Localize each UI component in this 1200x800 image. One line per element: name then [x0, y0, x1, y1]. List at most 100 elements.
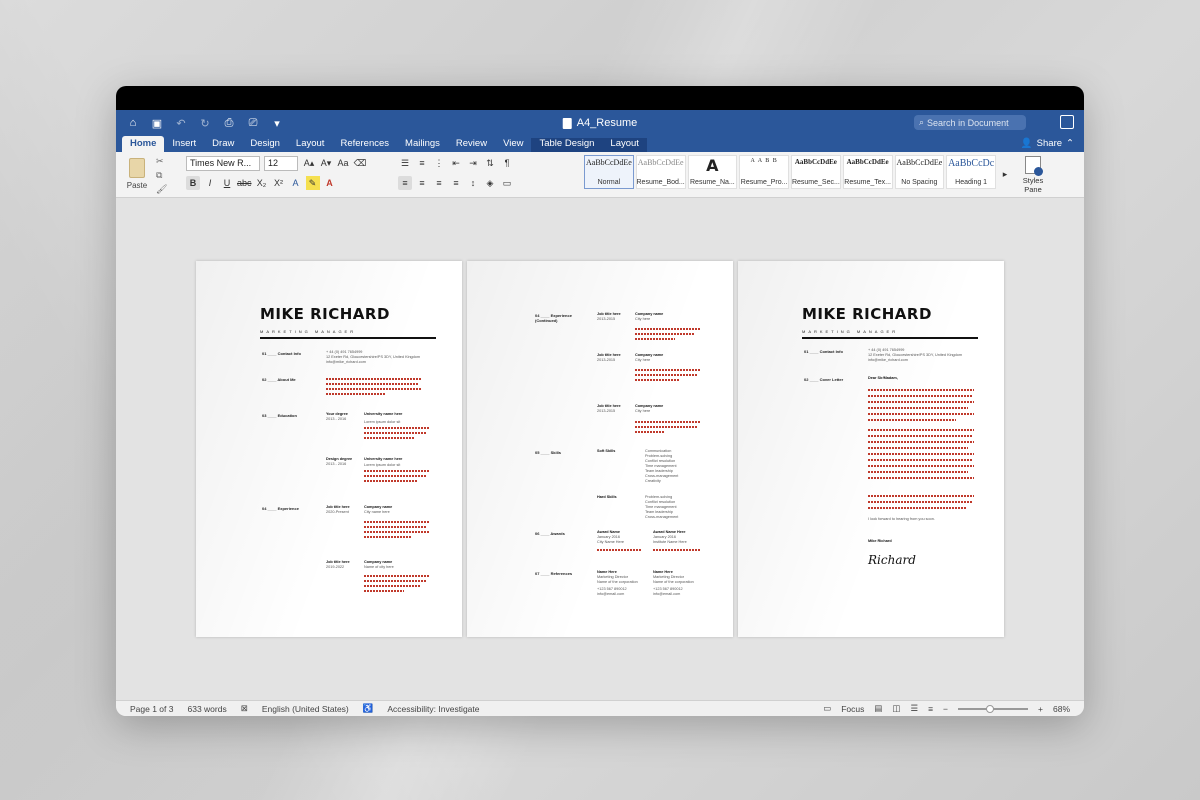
word-window: ⌂ ▣ ↶ ↻ ⎙ ⎚ ▾ A4_Resume ⌕ Search in Docu…: [116, 86, 1084, 716]
superscript-icon[interactable]: X²: [272, 176, 286, 190]
italic-icon[interactable]: I: [203, 176, 217, 190]
share-button[interactable]: 👤 Share ⌃: [1021, 138, 1074, 149]
tab-draw[interactable]: Draw: [204, 138, 242, 152]
page-1[interactable]: MIKE RICHARD MARKETING MANAGER 01 ____ C…: [196, 261, 462, 637]
page-2[interactable]: 04 ____ Experience (Continued) Job title…: [467, 261, 733, 637]
spellcheck-line: [868, 401, 974, 403]
multilevel-list-icon[interactable]: ⋮: [432, 156, 446, 170]
style-no-spacing[interactable]: AaBbCcDdEe No Spacing: [894, 155, 945, 189]
tab-home[interactable]: Home: [122, 136, 165, 152]
page-3[interactable]: MIKE RICHARD MARKETING MANAGER 01 ____ C…: [738, 261, 1004, 637]
print-layout-icon[interactable]: ▤: [874, 703, 882, 714]
shading-icon[interactable]: ◈: [483, 176, 497, 190]
tab-table-design[interactable]: Table Design: [531, 138, 603, 152]
strikethrough-icon[interactable]: abc: [237, 176, 252, 190]
spellcheck-line: [635, 374, 697, 376]
home-icon[interactable]: ⌂: [126, 116, 140, 130]
line-spacing-icon[interactable]: ↕: [466, 176, 480, 190]
zoom-in-button[interactable]: +: [1038, 704, 1043, 714]
shrink-font-icon[interactable]: A▾: [319, 156, 333, 170]
ribbon-tabs: Home Insert Draw Design Layout Reference…: [116, 136, 1084, 152]
header-rule: [802, 337, 978, 339]
bold-icon[interactable]: B: [186, 176, 200, 190]
tab-mailings[interactable]: Mailings: [397, 138, 448, 152]
bullets-icon[interactable]: ☰: [398, 156, 412, 170]
print-preview-icon[interactable]: ⎚: [246, 116, 260, 130]
tab-view[interactable]: View: [495, 138, 531, 152]
proofing-icon[interactable]: ⊠: [241, 703, 248, 714]
redo-icon[interactable]: ↻: [198, 116, 212, 130]
view-controls: ▭ Focus ▤ ◫ ☰ ≡ − + 68%: [823, 703, 1070, 714]
tab-table-layout[interactable]: Layout: [602, 138, 647, 152]
page-count[interactable]: Page 1 of 3: [130, 704, 173, 714]
style-resume-name[interactable]: A Resume_Na...: [687, 155, 738, 189]
zoom-out-button[interactable]: −: [943, 704, 948, 714]
web-layout-icon[interactable]: ◫: [892, 703, 900, 714]
draft-icon[interactable]: ≡: [928, 704, 933, 714]
font-size-select[interactable]: 12: [264, 156, 298, 171]
customize-icon[interactable]: ▾: [270, 116, 284, 130]
subscript-icon[interactable]: X₂: [255, 176, 269, 190]
sort-icon[interactable]: ⇅: [483, 156, 497, 170]
zoom-level[interactable]: 68%: [1053, 704, 1070, 714]
align-right-icon[interactable]: ≡: [432, 176, 446, 190]
style-resume-profession[interactable]: A A B B Resume_Pro...: [739, 155, 789, 189]
style-resume-body[interactable]: AaBbCcDdEe Resume_Bod...: [635, 155, 686, 189]
numbering-icon[interactable]: ≡: [415, 156, 429, 170]
word-count[interactable]: 633 words: [187, 704, 226, 714]
increase-indent-icon[interactable]: ⇥: [466, 156, 480, 170]
justify-icon[interactable]: ≡: [449, 176, 463, 190]
styles-pane-button[interactable]: Styles Pane: [1018, 156, 1048, 194]
ref1-company: Name of the corporation: [597, 580, 638, 584]
pilcrow-icon[interactable]: ¶: [500, 156, 514, 170]
font-color-icon[interactable]: A: [323, 176, 337, 190]
undo-icon[interactable]: ↶: [174, 116, 188, 130]
font-name-select[interactable]: Times New R...: [186, 156, 260, 171]
paste-button[interactable]: Paste: [124, 158, 150, 190]
print-icon[interactable]: ⎙: [222, 116, 236, 130]
format-painter-icon[interactable]: 🖌: [156, 184, 167, 195]
focus-label[interactable]: Focus: [841, 704, 864, 714]
spellcheck-line: [868, 459, 972, 461]
accessibility-status[interactable]: Accessibility: Investigate: [387, 704, 479, 714]
add-person-icon: 👤: [1020, 138, 1033, 149]
focus-icon[interactable]: ▭: [823, 703, 831, 714]
highlight-icon[interactable]: ✎: [305, 176, 320, 190]
grow-font-icon[interactable]: A▴: [302, 156, 316, 170]
search-input[interactable]: ⌕ Search in Document: [914, 115, 1026, 130]
zoom-slider[interactable]: [958, 704, 1029, 713]
change-case-icon[interactable]: Aa: [336, 156, 350, 170]
style-label: Resume_Bod...: [636, 179, 685, 186]
align-left-icon[interactable]: ≡: [398, 176, 412, 190]
style-resume-section[interactable]: AaBbCcDdEe Resume_Sec...: [791, 155, 841, 189]
spellcheck-line: [868, 501, 972, 503]
styles-gallery: AaBbCcDdEe Normal AaBbCcDdEe Resume_Bod.…: [584, 155, 1012, 193]
tab-design[interactable]: Design: [242, 138, 288, 152]
language[interactable]: English (United States): [262, 704, 349, 714]
tab-references[interactable]: References: [332, 138, 397, 152]
save-icon[interactable]: ▣: [150, 116, 164, 130]
resume-name: MIKE RICHARD: [260, 305, 390, 323]
cut-icon[interactable]: ✂: [156, 156, 167, 167]
spellcheck-line: [635, 426, 697, 428]
underline-icon[interactable]: U: [220, 176, 234, 190]
tab-insert[interactable]: Insert: [164, 138, 204, 152]
spellcheck-line: [868, 389, 974, 391]
decrease-indent-icon[interactable]: ⇤: [449, 156, 463, 170]
job2-city: Name of city here: [364, 565, 394, 569]
style-heading-1[interactable]: AaBbCcDc Heading 1: [946, 155, 996, 189]
style-normal[interactable]: AaBbCcDdEe Normal: [584, 155, 634, 189]
copy-icon[interactable]: ⧉: [156, 170, 167, 181]
document-canvas[interactable]: MIKE RICHARD MARKETING MANAGER 01 ____ C…: [116, 198, 1084, 700]
style-resume-text[interactable]: AaBbCcDdEe Resume_Tex...: [842, 155, 893, 189]
styles-more-icon[interactable]: ▸: [998, 167, 1012, 181]
user-icon[interactable]: [1060, 115, 1074, 129]
clear-format-icon[interactable]: ⌫: [353, 156, 367, 170]
zoom-slider-knob[interactable]: [985, 704, 994, 713]
text-effects-icon[interactable]: A: [289, 176, 303, 190]
align-center-icon[interactable]: ≡: [415, 176, 429, 190]
tab-review[interactable]: Review: [448, 138, 495, 152]
outline-icon[interactable]: ☰: [910, 703, 918, 714]
borders-icon[interactable]: ▭: [500, 176, 514, 190]
tab-layout[interactable]: Layout: [288, 138, 333, 152]
